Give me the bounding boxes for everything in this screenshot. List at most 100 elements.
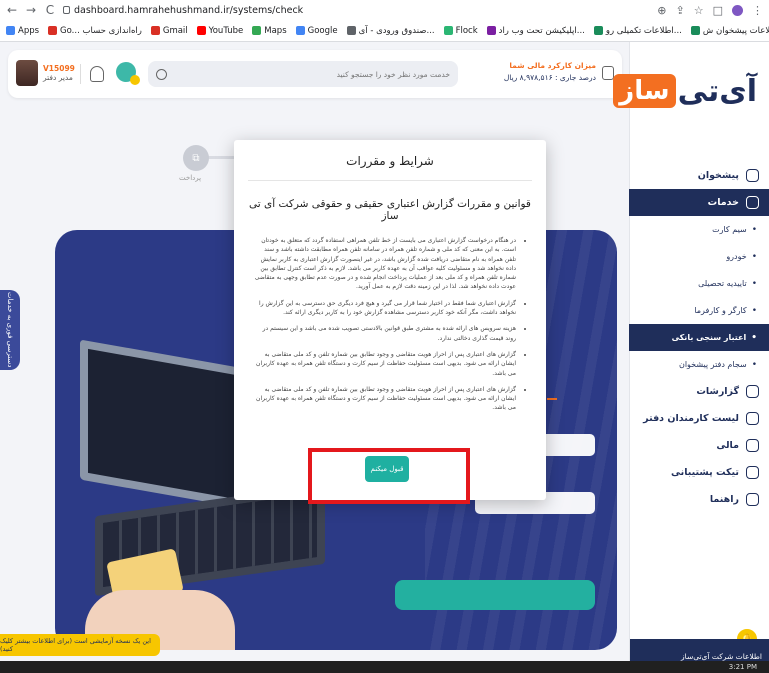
sidebar-item-label: سجام دفتر پیشخوان	[678, 360, 747, 369]
sidebar-item[interactable]: تیکت پشتیبانی	[629, 459, 769, 486]
terms-modal: شرایط و مقررات قوانین و مقررات گزارش اعت…	[234, 140, 546, 500]
bookmark-item[interactable]: Google	[295, 25, 338, 36]
sidebar-item[interactable]: پیشخوان	[629, 162, 769, 189]
user-code: V15099	[43, 63, 75, 73]
bookmark-item[interactable]: Gmail	[150, 25, 188, 36]
bookmark-icon	[593, 26, 603, 35]
bell-icon[interactable]	[90, 66, 104, 82]
bookmark-item[interactable]: Apps	[6, 26, 39, 36]
bookmark-label: صندوق ورودی - آی...	[358, 25, 435, 36]
quick-access-tab[interactable]: دسترسی فوری به خدمات	[0, 290, 20, 370]
user-role: مدیر دفتر	[43, 73, 73, 82]
bookmark-icon	[346, 26, 356, 35]
logo[interactable]: ساز آی‌تی	[613, 66, 757, 116]
profile-icon[interactable]	[732, 4, 743, 16]
sidebar-item[interactable]: کارگر و کارفرما	[629, 297, 769, 324]
sidebar-item-label: راهنما	[709, 494, 739, 505]
sidebar-item-label: خدمات	[707, 197, 739, 208]
sidebar-item-label: تاییدیه تحصیلی	[698, 279, 747, 288]
browser-actions: ⊕ ⇪ ☆ □ ⋮	[657, 4, 763, 17]
sidebar-item-label: سیم کارت	[712, 225, 747, 234]
back-icon[interactable]: ←	[6, 3, 18, 17]
highlight-annotation	[308, 448, 470, 504]
reload-icon[interactable]: C	[44, 3, 56, 17]
bookmark-item[interactable]: صندوق ورودی - آی...	[346, 25, 435, 36]
sidebar-item-label: خودرو	[726, 252, 747, 261]
bookmark-item[interactable]: اطلاعات پیشخوان ش...	[690, 26, 769, 36]
menu-icon[interactable]: ⋮	[752, 4, 763, 17]
trial-banner[interactable]: این یک نسخه آزمایشی است (برای اطلاعات بی…	[0, 634, 160, 656]
sidebar-item-label: کارگر و کارفرما	[694, 306, 747, 315]
forward-icon[interactable]: →	[25, 3, 37, 17]
zoom-icon[interactable]: ⊕	[657, 4, 666, 17]
modal-title: شرایط و مقررات	[346, 154, 434, 168]
bookmark-item[interactable]: اطلاعات تکمیلی رو...	[593, 25, 682, 36]
user-menu[interactable]: V15099 مدیر دفتر	[16, 60, 75, 86]
logo-text: آی‌تی	[677, 73, 757, 109]
bookmark-label: Flock	[455, 25, 478, 36]
sidebar-item[interactable]: گزارشات	[629, 378, 769, 405]
search-box[interactable]	[148, 61, 458, 87]
sidebar-item-label: لیست کارمندان دفتر	[643, 413, 739, 424]
bookmark-item[interactable]: Go... راه‌اندازی حساب	[48, 26, 142, 36]
address-bar[interactable]: dashboard.hamrahehushmand.ir/systems/che…	[63, 2, 650, 18]
bookmark-icon	[295, 26, 305, 35]
bookmark-item[interactable]: YouTube	[196, 26, 243, 36]
bookmark-label: اطلاعات تکمیلی رو...	[605, 25, 682, 36]
bookmark-icon	[486, 26, 496, 35]
step-label-payment: پرداخت	[179, 174, 202, 182]
sidebar-item-label: اعتبار سنجی بانکی	[671, 333, 747, 342]
top-header: V15099 مدیر دفتر میزان کارکرد مالی شما د…	[8, 50, 622, 98]
wallet-icon[interactable]	[602, 66, 614, 80]
terms-list: در هنگام درخواست گزارش اعتباری می بایست …	[254, 236, 526, 420]
search-icon	[156, 68, 167, 80]
search-input[interactable]	[173, 69, 450, 79]
sidebar-item-label: مالی	[716, 440, 739, 451]
bookmark-icon	[48, 26, 58, 35]
menu-item-icon	[746, 169, 759, 182]
sidebar-item[interactable]: خدمات	[629, 189, 769, 216]
sidebar-item[interactable]: سیم کارت	[629, 216, 769, 243]
bookmark-item[interactable]: Flock	[443, 25, 478, 36]
bookmark-item[interactable]: اپلیکیشن تحت وب راد...	[486, 26, 585, 36]
bookmark-icon	[150, 26, 160, 35]
browser-toolbar: ← → C dashboard.hamrahehushmand.ir/syste…	[0, 0, 769, 20]
logo-box: ساز	[613, 74, 676, 108]
bookmark-icon	[252, 26, 262, 35]
bookmark-icon	[690, 26, 700, 35]
star-icon[interactable]: ☆	[694, 4, 704, 17]
bookmark-label: Gmail	[162, 25, 188, 36]
bookmark-icon	[443, 26, 453, 35]
sidebar-item[interactable]: خودرو	[629, 243, 769, 270]
menu-item-icon	[746, 466, 759, 479]
chat-icon[interactable]	[116, 62, 140, 85]
share-icon[interactable]: ⇪	[676, 4, 685, 17]
terms-item: هزینه سرویس های ارائه شده به مشتری طبق ق…	[254, 324, 516, 343]
divider	[80, 64, 81, 84]
bookmark-label: Google	[307, 25, 338, 36]
sidebar-menu: پیشخوان خدمات سیم کارت خودرو تاییدیه تحصیلی ک…	[629, 162, 769, 513]
url-text: dashboard.hamrahehushmand.ir/systems/che…	[74, 4, 304, 16]
taskbar-clock: 3:21 PM	[728, 663, 757, 671]
bookmarks-bar: Apps Go... راه‌اندازی حساب Gmail YouTube Map…	[0, 20, 769, 42]
sidebar-item[interactable]: سجام دفتر پیشخوان	[629, 351, 769, 378]
window-icon[interactable]: □	[713, 4, 723, 17]
sidebar-item[interactable]: راهنما	[629, 486, 769, 513]
sidebar-item[interactable]: لیست کارمندان دفتر	[629, 405, 769, 432]
bookmark-item[interactable]: Maps	[252, 26, 287, 36]
menu-item-icon	[746, 196, 759, 209]
menu-item-icon	[746, 412, 759, 425]
sidebar-item-label: تیکت پشتیبانی	[671, 467, 739, 478]
sidebar-item[interactable]: مالی	[629, 432, 769, 459]
form-submit-button[interactable]	[395, 580, 595, 610]
balance-info: میزان کارکرد مالی شما درصد جاری : ۸,۹۷۸,…	[478, 60, 596, 84]
menu-item-icon	[746, 439, 759, 452]
balance-value: درصد جاری : ۸,۹۷۸,۵۱۶ ریال	[503, 73, 596, 82]
bookmark-icon	[6, 26, 15, 35]
sidebar-item-label: گزارشات	[696, 386, 739, 397]
sidebar-item[interactable]: اعتبار سنجی بانکی	[629, 324, 769, 351]
terms-item: در هنگام درخواست گزارش اعتباری می بایست …	[254, 236, 516, 292]
terms-item: گزارش های اعتباری پس از احراز هویت متقاض…	[254, 385, 516, 413]
bookmark-label: Apps	[18, 25, 40, 36]
sidebar-item[interactable]: تاییدیه تحصیلی	[629, 270, 769, 297]
